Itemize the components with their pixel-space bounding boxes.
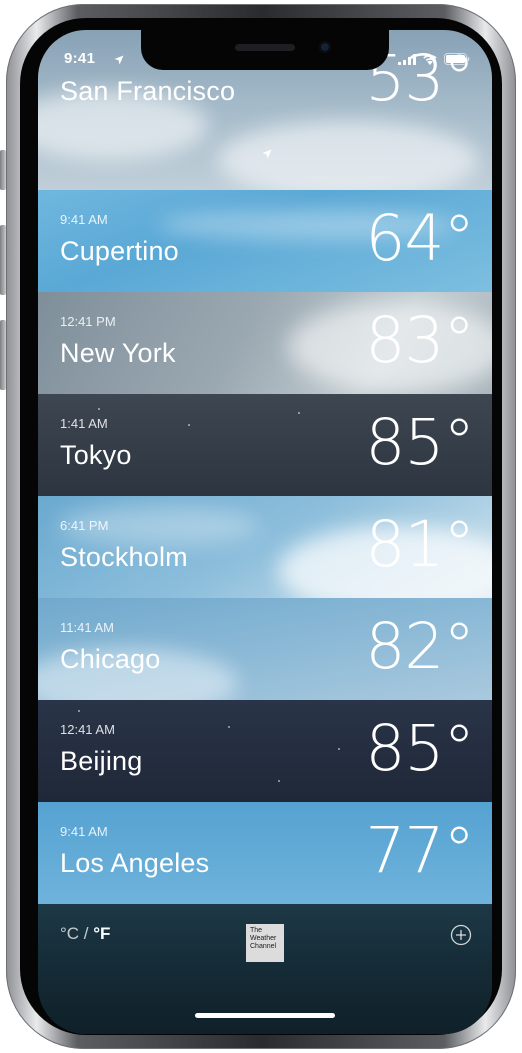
- local-time: 1:41 AM: [60, 416, 108, 431]
- star-decoration: [298, 412, 300, 414]
- star-decoration: [338, 748, 340, 750]
- mute-switch: [0, 150, 6, 190]
- city-temperature: 81°: [365, 508, 475, 581]
- status-time: 9:41: [64, 50, 96, 67]
- star-decoration: [278, 780, 280, 782]
- logo-line: Weather: [250, 935, 277, 942]
- speaker-grille: [235, 44, 295, 51]
- home-indicator[interactable]: [195, 1013, 335, 1018]
- city-temperature: 64°: [365, 202, 475, 275]
- city-row-beijing[interactable]: 12:41 AM Beijing 85°: [38, 700, 492, 803]
- location-arrow-icon: [262, 146, 272, 164]
- city-temperature: 83°: [365, 304, 475, 377]
- star-decoration: [188, 424, 190, 426]
- status-indicators: [398, 52, 470, 70]
- city-name: San Francisco: [60, 76, 236, 106]
- city-name: Chicago: [60, 644, 161, 674]
- city-temperature: 85°: [365, 712, 475, 785]
- weather-list-footer: °C / °F The Weather Channel: [38, 904, 492, 1034]
- location-arrow-icon: [114, 52, 124, 70]
- front-camera: [319, 41, 331, 53]
- volume-up-button: [0, 225, 6, 295]
- weather-screen: 9:41 San Francisco 53° 9:41 AM Cupertino…: [38, 30, 492, 1034]
- logo-line: Channel: [250, 943, 277, 950]
- city-row-tokyo[interactable]: 1:41 AM Tokyo 85°: [38, 394, 492, 497]
- city-row-stockholm[interactable]: 6:41 PM Stockholm 81°: [38, 496, 492, 599]
- local-time: 6:41 PM: [60, 518, 109, 533]
- unit-separator: /: [79, 924, 94, 943]
- city-row-chicago[interactable]: 11:41 AM Chicago 82°: [38, 598, 492, 701]
- city-temperature: 85°: [365, 406, 475, 479]
- local-time: 9:41 AM: [60, 212, 108, 227]
- city-name: Beijing: [60, 746, 143, 776]
- city-name: New York: [60, 338, 176, 368]
- city-name: Stockholm: [60, 542, 188, 572]
- logo-line: The: [250, 927, 263, 934]
- star-decoration: [78, 710, 80, 712]
- cellular-signal-icon: [398, 52, 416, 70]
- star-decoration: [228, 726, 230, 728]
- local-time: 12:41 PM: [60, 314, 116, 329]
- city-name: Cupertino: [60, 236, 179, 266]
- city-row-cupertino[interactable]: 9:41 AM Cupertino 64°: [38, 190, 492, 293]
- city-name: Tokyo: [60, 440, 132, 470]
- local-time: 11:41 AM: [60, 620, 114, 635]
- city-row-new-york[interactable]: 12:41 PM New York 83°: [38, 292, 492, 395]
- fahrenheit-label: °F: [93, 924, 111, 943]
- celsius-label: °C: [60, 924, 80, 943]
- unit-toggle-button[interactable]: °C / °F: [60, 924, 110, 944]
- city-temperature: 82°: [365, 610, 475, 683]
- weather-channel-logo[interactable]: The Weather Channel: [246, 924, 284, 962]
- star-decoration: [98, 408, 100, 410]
- cloud-decoration: [218, 120, 478, 190]
- city-row-los-angeles[interactable]: 9:41 AM Los Angeles 77°: [38, 802, 492, 905]
- local-time: 9:41 AM: [60, 824, 108, 839]
- notch: [141, 30, 389, 70]
- wifi-icon: [422, 52, 438, 70]
- city-temperature: 77°: [365, 814, 475, 887]
- add-city-button[interactable]: [450, 924, 472, 946]
- city-name: Los Angeles: [60, 848, 210, 878]
- plus-circle-icon: [450, 924, 472, 946]
- local-time: 12:41 AM: [60, 722, 115, 737]
- volume-down-button: [0, 320, 6, 390]
- battery-icon: [444, 52, 470, 70]
